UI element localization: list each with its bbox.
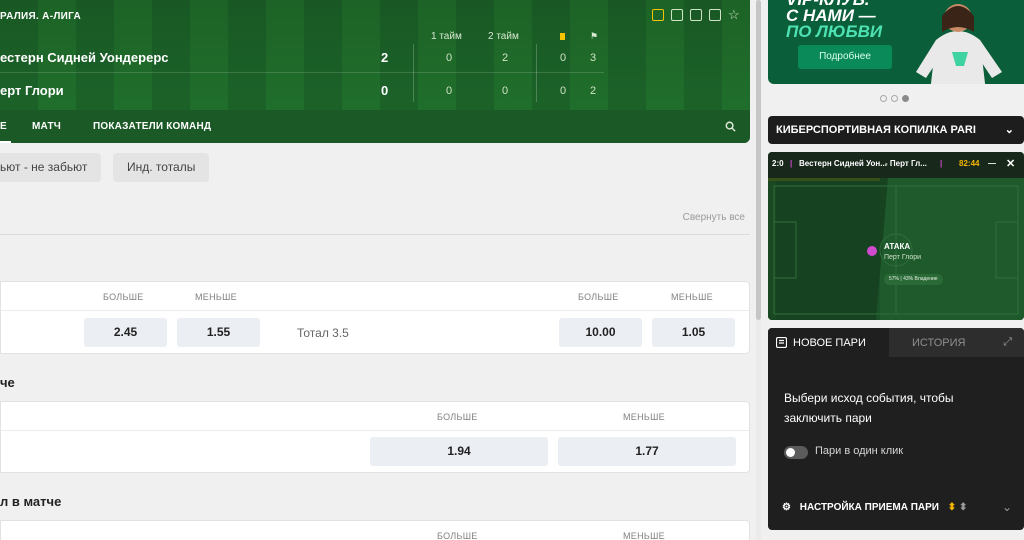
favorite-icon[interactable] (652, 9, 664, 21)
attack-label: АТАКА (884, 242, 911, 251)
col-header-over-left: БОЛЬШЕ (103, 292, 144, 302)
team1-name: естерн Сидней Уондерерс (0, 50, 169, 65)
odd-button[interactable]: 1.05 (652, 318, 735, 347)
team1-period2: 2 (502, 52, 509, 64)
live-team2-marker: | (940, 159, 943, 168)
team2-yellow: 0 (560, 85, 567, 97)
period1-header: 1 тайм (431, 31, 462, 42)
team1-yellow: 0 (560, 52, 567, 64)
carousel-dot[interactable] (891, 95, 898, 102)
bet-slip-icon (776, 337, 787, 348)
live-scoreboard: 2:0 | Вестерн Сидней Уон... - Перт Гл...… (768, 152, 1024, 178)
bet-slip-empty-message: Выбери исход события, чтобы заключить па… (784, 391, 954, 425)
minimize-icon[interactable]: — (988, 152, 996, 176)
close-icon[interactable]: ✕ (1006, 152, 1015, 176)
row-divider (1, 310, 749, 311)
field-icon[interactable] (690, 9, 702, 21)
live-tracker: 2:0 | Вестерн Сидней Уон... - Перт Гл...… (768, 152, 1024, 320)
section-divider (0, 234, 750, 235)
odd-button[interactable]: 1.77 (558, 437, 736, 466)
one-click-label: Пари в один клик (815, 445, 904, 457)
tab-history-label[interactable]: ИСТОРИЯ (912, 337, 965, 349)
score-divider (413, 44, 414, 102)
team-divider (0, 72, 604, 73)
total-line-label: Тотал 3.5 (297, 326, 349, 340)
col-header-over: БОЛЬШЕ (437, 412, 478, 422)
promo-person-illustration (916, 4, 1002, 84)
chevron-down-icon[interactable]: ⌄ (1002, 500, 1012, 514)
carousel-dot[interactable] (880, 95, 887, 102)
team2-corners: 2 (590, 85, 597, 97)
period-divider (536, 44, 537, 102)
team1-score: 2 (381, 50, 389, 65)
col-header-over: БОЛЬШЕ (437, 531, 478, 540)
tab-new-bet-label[interactable]: НОВОЕ ПАРИ (793, 337, 866, 349)
promo-details-button[interactable]: Подробнее (798, 45, 892, 69)
period2-header: 2 тайм (488, 31, 519, 42)
live-team2-name: - Перт Гл... (885, 159, 927, 168)
match-tab-bar: Е МАТЧ ПОКАЗАТЕЛИ КОМАНД (0, 110, 750, 143)
odd-button[interactable]: 2.45 (84, 318, 167, 347)
bet-settings-header[interactable]: ⚙ НАСТРОЙКА ПРИЕМА ПАРИ ⬍ ⬍ (782, 502, 967, 513)
team1-period1: 0 (446, 52, 453, 64)
promo-banner[interactable]: VIP-КЛУБ. С НАМИ — ПО ЛЮБВИ Подробнее (768, 0, 1024, 84)
filter-chip-score[interactable]: ьют - не забьют (0, 153, 102, 182)
bet-slip-panel: НОВОЕ ПАРИ ИСТОРИЯ ⤢ Выбери исход событи… (768, 328, 1024, 530)
cyber-bank-label: КИБЕРСПОРТИВНАЯ КОПИЛКА PARI (776, 124, 976, 136)
bet-slip-tabs: НОВОЕ ПАРИ ИСТОРИЯ ⤢ (768, 328, 1024, 357)
league-name: РАЛИЯ. А-ЛИГА (0, 11, 81, 22)
market-card-totals: БОЛЬШЕ МЕНЬШЕ БОЛЬШЕ МЕНЬШЕ 2.45 1.55 То… (0, 281, 750, 354)
corner-flag-icon: ⚑ (590, 31, 599, 41)
market-title: че (0, 375, 15, 390)
stats-icon[interactable] (671, 9, 683, 21)
tab-team-stats[interactable]: ПОКАЗАТЕЛИ КОМАНД (93, 121, 211, 132)
possession-badge: 57% | 43% Владение (884, 274, 943, 285)
team2-score: 0 (381, 83, 389, 98)
promo-line3: ПО ЛЮБВИ (786, 22, 883, 41)
live-team1-marker: | (790, 159, 793, 168)
star-icon[interactable]: ☆ (728, 8, 740, 21)
odd-button[interactable]: 1.55 (177, 318, 260, 347)
carousel-dot-active[interactable] (902, 95, 909, 102)
market-card-3: БОЛЬШЕ МЕНЬШЕ (0, 520, 750, 540)
bet-settings-label: НАСТРОЙКА ПРИЕМА ПАРИ (799, 502, 939, 513)
sort-icon-alt: ⬍ (958, 502, 968, 513)
live-time: 82:44 (959, 159, 980, 168)
col-header-under-left: МЕНЬШЕ (195, 292, 237, 302)
col-header-under: МЕНЬШЕ (623, 412, 665, 422)
col-header-under-right: МЕНЬШЕ (671, 292, 713, 302)
attack-team: Перт Глори (884, 254, 922, 261)
scrollbar-thumb[interactable] (756, 0, 761, 320)
col-header-over-right: БОЛЬШЕ (578, 292, 619, 302)
col-header-under: МЕНЬШЕ (623, 531, 665, 540)
team2-name: ерт Глори (0, 83, 64, 98)
cyber-bank-dropdown[interactable]: КИБЕРСПОРТИВНАЯ КОПИЛКА PARI ⌄ (768, 116, 1024, 144)
row-divider (1, 430, 749, 431)
carousel-dots (880, 95, 909, 102)
live-team1-name: Вестерн Сидней Уон... (799, 159, 887, 168)
gear-icon: ⚙ (782, 502, 791, 513)
tv-icon[interactable] (709, 9, 721, 21)
odd-button[interactable]: 10.00 (559, 318, 642, 347)
team1-corners: 3 (590, 52, 597, 64)
market-title: л в матче (0, 494, 62, 509)
team2-period1: 0 (446, 85, 453, 97)
tab-all[interactable]: Е (0, 121, 11, 143)
market-card-2: БОЛЬШЕ МЕНЬШЕ 1.94 1.77 (0, 401, 750, 473)
filter-chip-ind-totals[interactable]: Инд. тоталы (113, 153, 210, 182)
match-header: РАЛИЯ. А-ЛИГА ☆ 1 тайм 2 тайм ⚑ естерн С… (0, 0, 750, 143)
toggle-knob (786, 448, 795, 457)
header-icons: ☆ (652, 8, 740, 21)
search-icon[interactable] (725, 121, 736, 132)
collapse-all-link[interactable]: Свернуть все (683, 212, 745, 223)
live-score: 2:0 (772, 159, 784, 168)
yellow-card-icon (560, 33, 565, 40)
expand-icon[interactable]: ⤢ (1003, 336, 1012, 349)
sort-icon: ⬍ (947, 502, 957, 513)
team2-period2: 0 (502, 85, 509, 97)
chevron-down-icon: ⌄ (1004, 124, 1014, 136)
one-click-toggle[interactable] (784, 446, 808, 459)
tab-match[interactable]: МАТЧ (32, 121, 61, 132)
odd-button[interactable]: 1.94 (370, 437, 548, 466)
